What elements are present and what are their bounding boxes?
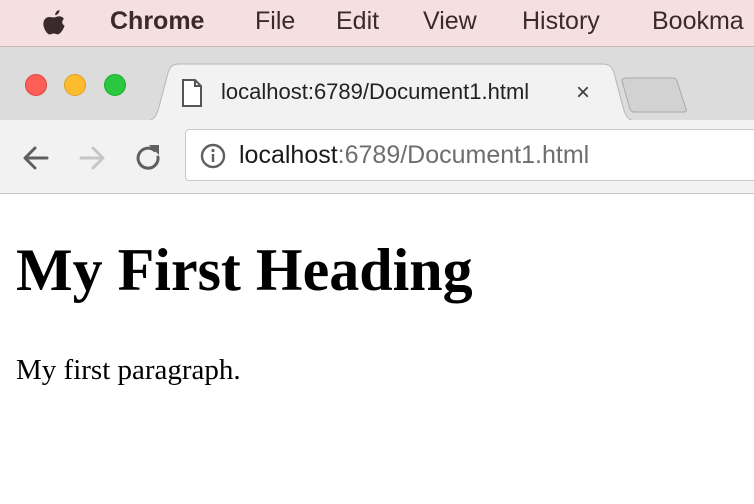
info-icon[interactable] <box>200 143 226 169</box>
tab-title: localhost:6789/Document1.html <box>221 79 530 104</box>
menu-app-name[interactable]: Chrome <box>110 7 204 36</box>
zoom-window-button[interactable] <box>104 74 126 96</box>
forward-arrow-icon[interactable] <box>76 142 108 174</box>
menu-file[interactable]: File <box>255 7 295 36</box>
menu-history[interactable]: History <box>522 7 600 36</box>
reload-icon[interactable] <box>132 142 164 174</box>
menu-edit[interactable]: Edit <box>336 7 379 36</box>
menu-view[interactable]: View <box>423 7 477 36</box>
tab-strip: localhost:6789/Document1.html × <box>0 46 754 121</box>
minimize-window-button[interactable] <box>64 74 86 96</box>
url-host: localhost <box>239 141 338 169</box>
menu-bookmarks[interactable]: Bookma <box>652 7 744 36</box>
close-window-button[interactable] <box>25 74 47 96</box>
url-path: :6789/Document1.html <box>337 141 590 169</box>
document-icon <box>182 79 202 107</box>
tab-close-icon[interactable]: × <box>576 80 590 106</box>
browser-toolbar: localhost:6789/Document1.html <box>0 120 754 194</box>
url-text[interactable]: localhost:6789/Document1.html <box>239 141 589 170</box>
page-paragraph: My first paragraph. <box>16 354 241 386</box>
new-tab-button[interactable] <box>620 77 690 113</box>
apple-icon[interactable] <box>40 8 68 38</box>
address-bar[interactable]: localhost:6789/Document1.html <box>185 129 754 181</box>
back-arrow-icon[interactable] <box>20 142 52 174</box>
menu-bar: Chrome File Edit View History Bookma <box>0 0 754 46</box>
page-heading: My First Heading <box>16 237 473 303</box>
